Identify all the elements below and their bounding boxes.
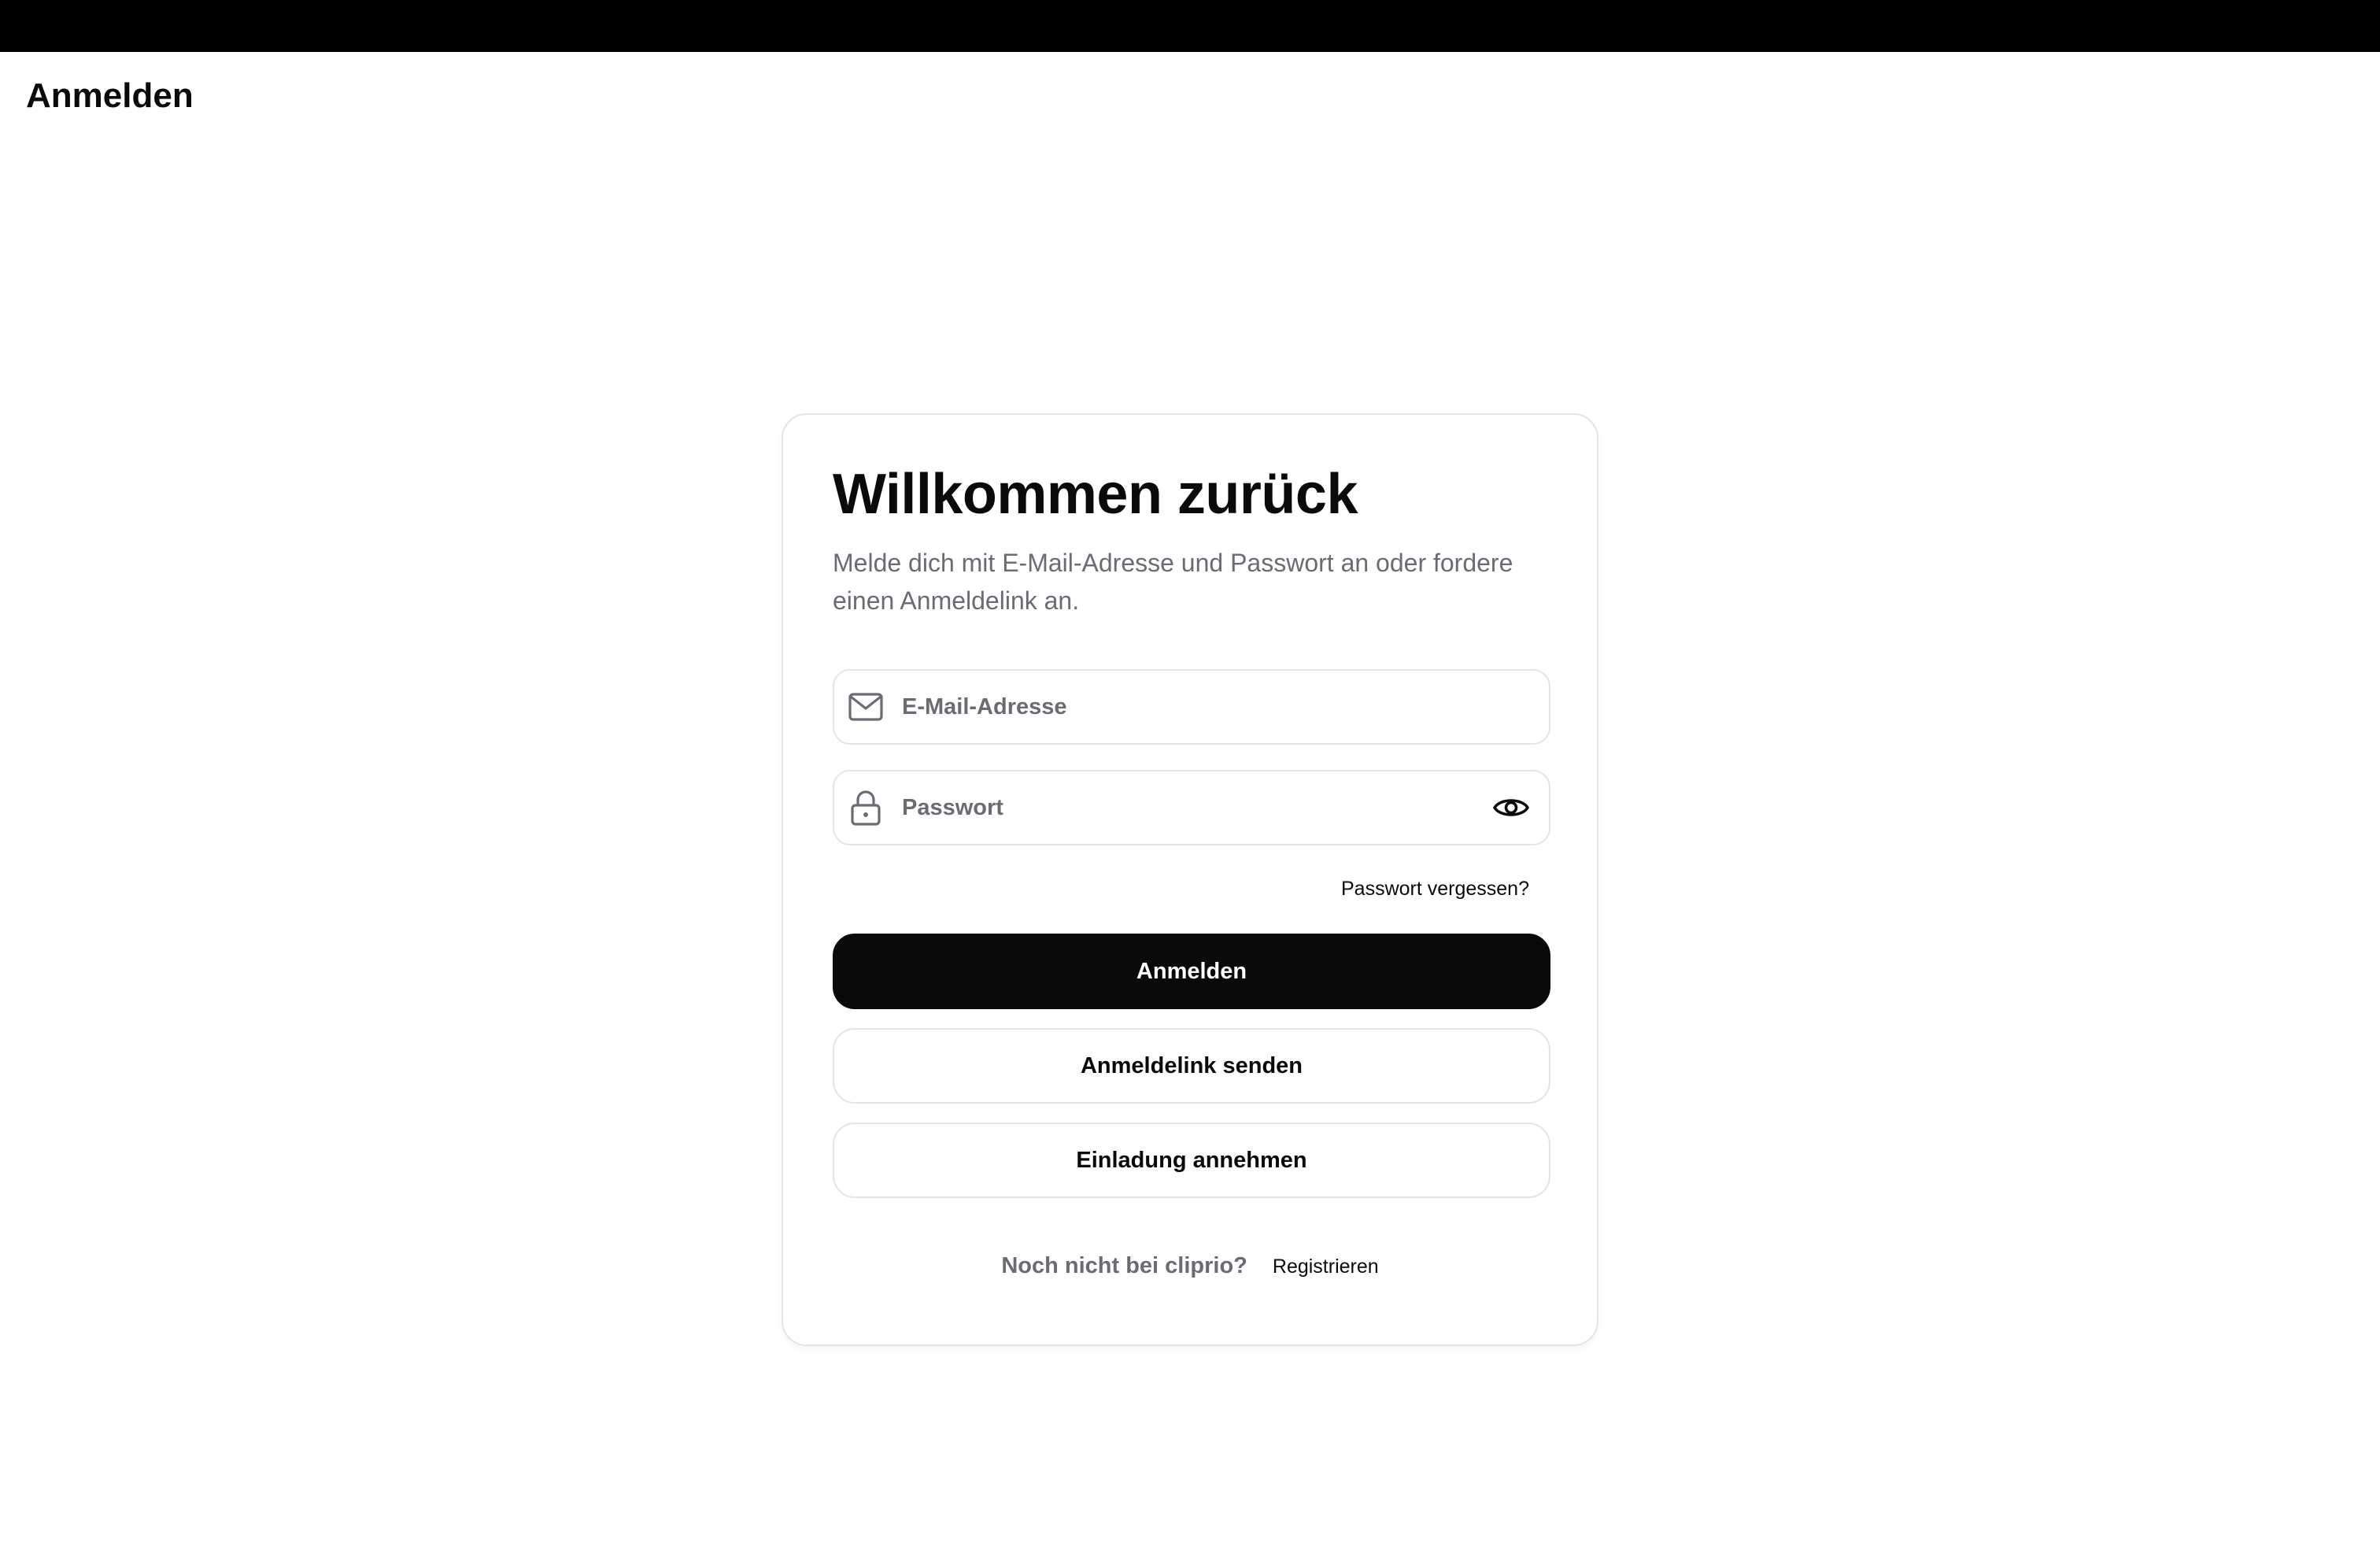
forgot-password-link[interactable]: Passwort vergessen? bbox=[1341, 877, 1529, 901]
register-link[interactable]: Registrieren bbox=[1273, 1252, 1379, 1281]
lock-icon bbox=[847, 789, 885, 827]
mail-icon bbox=[847, 688, 885, 726]
email-input[interactable] bbox=[902, 671, 1453, 743]
eye-icon[interactable] bbox=[1489, 786, 1533, 830]
page-title: Anmelden bbox=[26, 76, 194, 115]
login-card: Willkommen zurück Melde dich mit E-Mail-… bbox=[782, 413, 1598, 1346]
register-question: Noch nicht bei cliprio? bbox=[1001, 1253, 1247, 1278]
accept-invite-button[interactable]: Einladung annehmen bbox=[833, 1123, 1550, 1198]
top-bar bbox=[0, 0, 2380, 52]
login-card-title: Willkommen zurück bbox=[833, 463, 1358, 526]
register-prompt: Noch nicht bei cliprio? Registrieren bbox=[783, 1252, 1597, 1281]
login-button[interactable]: Anmelden bbox=[833, 934, 1550, 1009]
login-card-subtitle: Melde dich mit E-Mail-Adresse und Passwo… bbox=[833, 549, 1513, 615]
email-field[interactable] bbox=[833, 669, 1550, 745]
password-input[interactable] bbox=[902, 771, 1453, 844]
password-field[interactable] bbox=[833, 770, 1550, 845]
send-magic-link-button[interactable]: Anmeldelink senden bbox=[833, 1028, 1550, 1104]
